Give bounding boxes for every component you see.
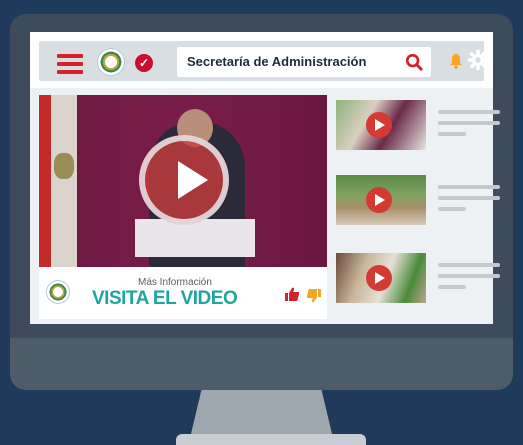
play-icon[interactable]: [139, 135, 229, 225]
play-icon[interactable]: [366, 265, 392, 291]
gear-icon[interactable]: [467, 49, 489, 71]
sidebar-video-item[interactable]: [336, 100, 500, 152]
government-seal-icon: [98, 49, 124, 75]
more-info-label: Más Información: [138, 277, 212, 288]
hamburger-menu-icon[interactable]: [57, 54, 83, 74]
search-icon[interactable]: [405, 53, 423, 71]
flag-image: [39, 95, 79, 267]
monitor-screen: ✓ Secretaría de Administración Más Infor…: [30, 32, 500, 324]
verified-check-icon: ✓: [135, 54, 153, 72]
video-caption-bar: Más Información VISITA EL VIDEO: [39, 267, 327, 319]
bell-icon[interactable]: [449, 53, 463, 69]
visit-video-link[interactable]: VISITA EL VIDEO: [92, 288, 238, 310]
search-input-value[interactable]: Secretaría de Administración: [187, 54, 366, 69]
main-video-player[interactable]: [39, 95, 327, 267]
monitor-chin: [10, 338, 513, 390]
play-icon[interactable]: [366, 187, 392, 213]
video-title-placeholder: [438, 185, 500, 218]
government-seal-icon: [47, 281, 69, 303]
sidebar-video-item[interactable]: [336, 175, 500, 227]
search-input[interactable]: Secretaría de Administración: [177, 47, 431, 77]
video-thumbnail-3[interactable]: [336, 253, 426, 303]
monitor-base: [176, 434, 366, 445]
video-title-placeholder: [438, 110, 500, 143]
video-title-placeholder: [438, 263, 500, 296]
thumbs-down-icon[interactable]: [307, 289, 321, 303]
video-thumbnail-2[interactable]: [336, 175, 426, 225]
play-icon[interactable]: [366, 112, 392, 138]
thumbs-up-icon[interactable]: [285, 287, 299, 301]
held-document: [135, 219, 255, 257]
monitor-stand: [190, 390, 333, 438]
header-bar: ✓ Secretaría de Administración: [30, 32, 493, 88]
video-thumbnail-1[interactable]: [336, 100, 426, 150]
sidebar-video-item[interactable]: [336, 253, 500, 305]
header-inner: ✓ Secretaría de Administración: [39, 41, 489, 81]
